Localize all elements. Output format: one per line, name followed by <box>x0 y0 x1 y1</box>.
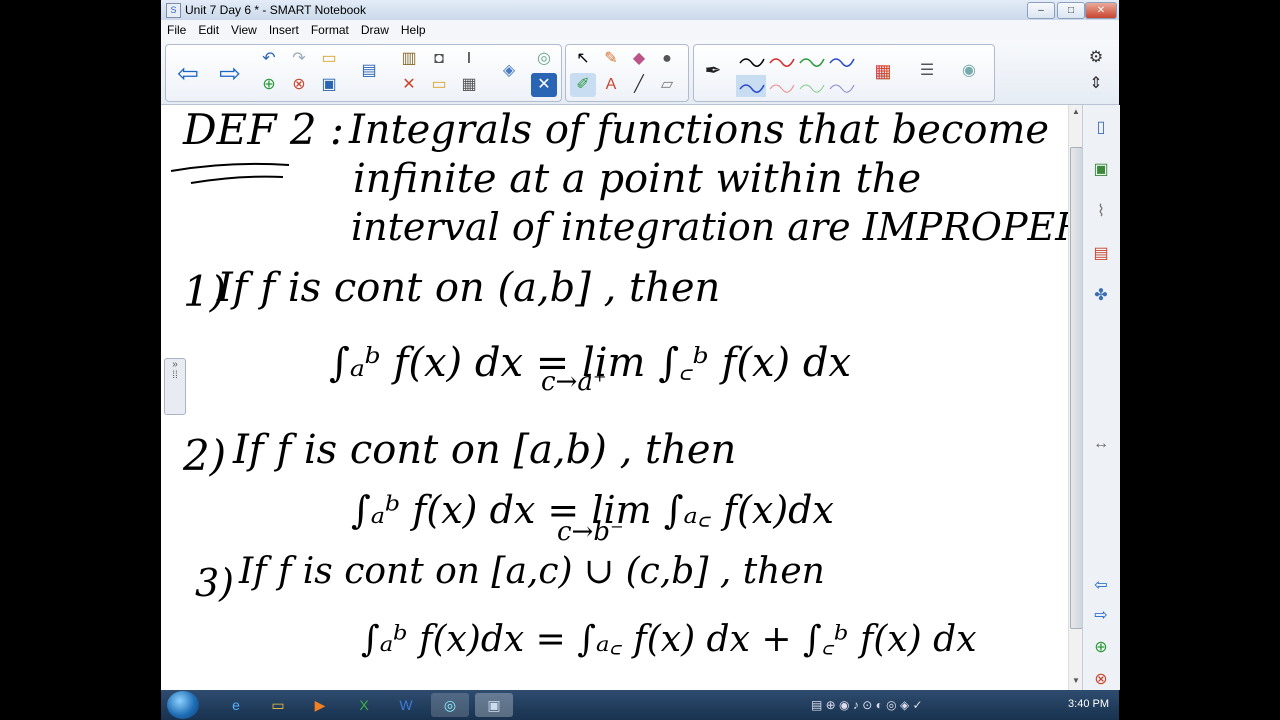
menu-format[interactable]: Format <box>305 20 355 37</box>
system-tray-icons[interactable]: ▤ ⊕ ◉ ♪ ⊙ ◐ ◎ ◈ ✓ <box>811 698 923 712</box>
notebook-icon: S <box>166 3 181 18</box>
pen-preset-blue <box>829 58 855 67</box>
window-title: Unit 7 Day 6 * - SMART Notebook <box>185 3 366 17</box>
highlight-icon[interactable]: ▭ <box>426 73 452 97</box>
add-page-icon[interactable]: ⊕ <box>256 73 282 97</box>
resize-panel-icon[interactable]: ↔ <box>1088 429 1114 459</box>
item-2-number: 2) <box>183 431 227 480</box>
definition-heading: DEF 2 : <box>183 105 345 154</box>
transparency-icon[interactable]: ◉ <box>956 59 982 83</box>
properties-icon[interactable]: ▤ <box>1088 239 1114 269</box>
back-arrow-icon[interactable]: ⇦ <box>170 50 206 96</box>
screen-shade-icon[interactable]: ▤ <box>356 59 382 83</box>
menu-insert[interactable]: Insert <box>263 20 305 37</box>
taskbar: e ▭ ▶ X W ◎ ▣ ▤ ⊕ ◉ ♪ ⊙ ◐ ◎ ◈ ✓ 3:40 PM <box>161 690 1119 720</box>
menu-bar: File Edit View Insert Format Draw Help <box>161 20 1119 40</box>
start-button[interactable] <box>167 691 199 719</box>
heading-underline <box>170 162 290 184</box>
text-recognition-icon[interactable]: I <box>456 47 482 71</box>
definition-line-1: Integrals of functions that become <box>349 107 1050 153</box>
pen-style-icon[interactable]: ✒ <box>700 59 726 83</box>
attachments-icon[interactable]: ⌇ <box>1088 197 1114 227</box>
ie-icon[interactable]: e <box>217 693 255 717</box>
scroll-up-icon[interactable]: ▲ <box>1070 107 1082 119</box>
forward-arrow-icon[interactable]: ⇨ <box>212 50 248 96</box>
clock[interactable]: 3:40 PM <box>1068 698 1109 710</box>
menu-file[interactable]: File <box>161 20 192 37</box>
capture-icon[interactable]: ◘ <box>426 47 452 71</box>
menu-help[interactable]: Help <box>395 20 432 37</box>
scroll-down-icon[interactable]: ▼ <box>1070 676 1082 688</box>
delete-icon[interactable]: ✕ <box>396 73 422 97</box>
gallery-icon[interactable]: ▣ <box>1088 155 1114 185</box>
title-bar[interactable]: S Unit 7 Day 6 * - SMART Notebook – □ ✕ <box>161 0 1119 21</box>
pen-preset-selected-bg <box>736 75 766 97</box>
delete-page-icon[interactable]: ⊗ <box>286 73 312 97</box>
pen-presets[interactable] <box>736 49 862 99</box>
eraser-icon[interactable]: ◆ <box>626 47 652 71</box>
shape-eraser-icon[interactable]: ▱ <box>654 73 680 97</box>
menu-draw[interactable]: Draw <box>355 20 395 37</box>
pen-preset-red-thin <box>769 84 795 93</box>
browser-icon[interactable]: ◎ <box>431 693 469 717</box>
next-page-icon[interactable]: ⇨ <box>1088 601 1114 631</box>
color-palette-icon[interactable]: ▦ <box>870 59 896 83</box>
settings-icon[interactable]: ⚙ <box>1083 46 1109 70</box>
undo-icon[interactable]: ↶ <box>256 47 282 71</box>
previous-page-icon[interactable]: ⇦ <box>1088 571 1114 601</box>
magic-pen-icon[interactable]: ✎ <box>598 47 624 71</box>
toolbar-group-pens: ✒ ▦ ☰ ◉ <box>693 44 995 102</box>
line-icon[interactable]: ╱ <box>626 73 652 97</box>
word-icon[interactable]: W <box>387 693 425 717</box>
addons-icon[interactable]: ✤ <box>1088 281 1114 311</box>
menu-view[interactable]: View <box>225 20 263 37</box>
item-2-condition: If f is cont on [a,b) , then <box>233 427 737 473</box>
maximize-button[interactable]: □ <box>1057 2 1085 19</box>
minimize-button[interactable]: – <box>1027 2 1055 19</box>
pen-preset-green <box>799 58 825 67</box>
redo-icon[interactable]: ↷ <box>286 47 312 71</box>
document-camera-icon[interactable]: ◈ <box>496 59 522 83</box>
item-1-condition: If f is cont on (a,b] , then <box>217 265 721 311</box>
pen-icon[interactable]: ✐ <box>570 73 596 97</box>
definition-line-2: infinite at a point within the <box>353 156 922 202</box>
close-button[interactable]: ✕ <box>1085 2 1117 19</box>
save-icon[interactable]: ▣ <box>316 73 342 97</box>
excel-icon[interactable]: X <box>345 693 383 717</box>
toolbar-group-tools: ↖ ✎ ◆ ● ✐ A ╱ ▱ <box>565 44 689 102</box>
item-2-limit: c→b⁻ <box>557 517 624 547</box>
menu-edit[interactable]: Edit <box>192 20 225 37</box>
item-3-number: 3) <box>195 561 235 605</box>
open-folder-icon[interactable]: ▭ <box>316 47 342 71</box>
toolbar-group-page: ⇦ ⇨ ↶ ↷ ▭ ⊕ ⊗ ▣ ▤ ▥ ◘ I ✕ ▭ ▦ ◈ ◎ ✕ <box>165 44 562 102</box>
definition-line-3: interval of integration are IMPROPER. <box>351 205 1068 249</box>
toolbar: ⇦ ⇨ ↶ ↷ ▭ ⊕ ⊗ ▣ ▤ ▥ ◘ I ✕ ▭ ▦ ◈ ◎ ✕ ↖ ✎ … <box>161 40 1119 105</box>
notebook-window: S Unit 7 Day 6 * - SMART Notebook – □ ✕ … <box>161 0 1120 720</box>
select-icon[interactable]: ↖ <box>570 47 596 71</box>
text-icon[interactable]: A <box>598 73 624 97</box>
fill-icon[interactable]: ● <box>654 47 680 71</box>
move-toolbar-icon[interactable]: ⇕ <box>1083 72 1109 96</box>
magnifier-icon[interactable]: ◎ <box>531 47 557 71</box>
item-1-limit: c→a⁺ <box>541 367 607 397</box>
notebook-page[interactable]: » ⁞⁞ DEF 2 : Integrals of functions that … <box>161 105 1068 690</box>
line-style-icon[interactable]: ☰ <box>914 59 940 83</box>
add-page-side-icon[interactable]: ⊕ <box>1088 633 1114 663</box>
vertical-scrollbar[interactable]: ▲ ▼ <box>1068 105 1083 690</box>
explorer-icon[interactable]: ▭ <box>259 693 297 717</box>
pen-preset-green-thin <box>799 84 825 93</box>
media-player-icon[interactable]: ▶ <box>301 693 339 717</box>
side-tabs: ▯ ▣ ⌇ ▤ ✤ ↔ ⇦ ⇨ ⊕ ⊗ <box>1082 105 1120 690</box>
drawer-handle[interactable]: » ⁞⁞ <box>164 358 186 415</box>
pen-preset-black <box>739 58 765 67</box>
notebook-task-icon[interactable]: ▣ <box>475 693 513 717</box>
paste-icon[interactable]: ▥ <box>396 47 422 71</box>
table-icon[interactable]: ▦ <box>456 73 482 97</box>
page-sorter-icon[interactable]: ▯ <box>1088 113 1114 143</box>
pen-preset-red <box>769 58 795 67</box>
close-toolbox-icon[interactable]: ✕ <box>531 73 557 97</box>
item-3-condition: If f is cont on [a,c) ∪ (c,b] , then <box>239 551 825 592</box>
pen-preset-blue-thin-2 <box>829 84 855 93</box>
item-3-formula: ∫ₐᵇ f(x)dx = ∫ₐ꜀ f(x) dx + ∫꜀ᵇ f(x) dx <box>361 619 977 660</box>
